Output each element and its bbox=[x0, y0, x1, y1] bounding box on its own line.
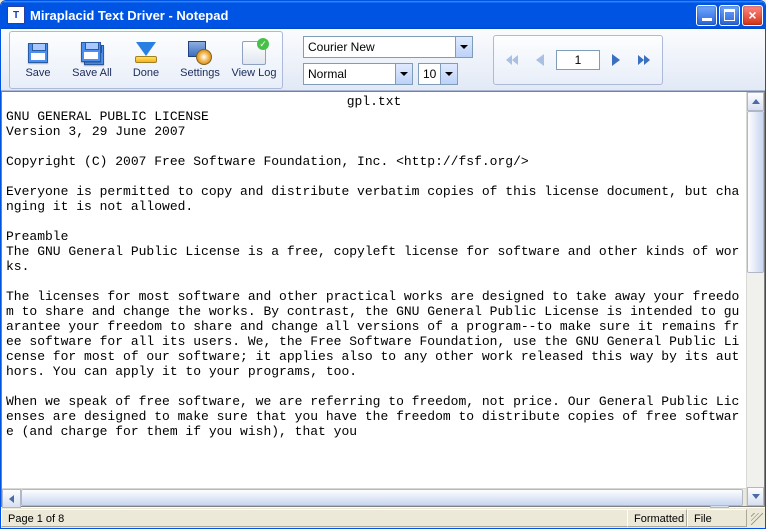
hscroll-track[interactable] bbox=[21, 489, 710, 506]
status-page: Page 1 of 8 bbox=[1, 509, 627, 527]
font-style-value: Normal bbox=[308, 67, 395, 81]
main-tool-group: Save Save All Done Settings View Log bbox=[9, 31, 283, 89]
save-all-icon bbox=[80, 41, 104, 65]
status-bar: Page 1 of 8 Formatted File bbox=[1, 507, 765, 528]
status-file: File bbox=[687, 509, 747, 527]
next-page-button[interactable] bbox=[604, 48, 628, 72]
view-log-icon bbox=[242, 41, 266, 65]
close-icon: × bbox=[748, 8, 756, 22]
document-viewport[interactable]: gpl.txtGNU GENERAL PUBLIC LICENSE Versio… bbox=[2, 92, 746, 488]
font-size-value: 10 bbox=[423, 67, 440, 81]
minimize-button[interactable] bbox=[696, 5, 717, 26]
app-icon: T bbox=[7, 6, 25, 24]
document-area: gpl.txtGNU GENERAL PUBLIC LICENSE Versio… bbox=[1, 91, 765, 507]
view-log-button[interactable]: View Log bbox=[228, 34, 280, 86]
horizontal-scrollbar[interactable] bbox=[2, 488, 746, 506]
last-page-icon bbox=[638, 55, 650, 65]
settings-button[interactable]: Settings bbox=[174, 34, 226, 86]
scroll-down-button[interactable] bbox=[747, 487, 764, 506]
view-log-label: View Log bbox=[231, 67, 276, 79]
prev-page-button[interactable] bbox=[528, 48, 552, 72]
chevron-down-icon bbox=[460, 45, 468, 49]
first-page-icon bbox=[506, 55, 518, 65]
done-icon bbox=[134, 41, 158, 65]
done-label: Done bbox=[133, 67, 159, 79]
font-controls: Courier New Normal 10 bbox=[303, 36, 473, 85]
done-button[interactable]: Done bbox=[120, 34, 172, 86]
prev-page-icon bbox=[536, 54, 544, 66]
hscroll-thumb[interactable] bbox=[21, 489, 743, 506]
page-nav-group bbox=[493, 35, 663, 85]
arrow-left-icon bbox=[9, 495, 14, 503]
next-page-icon bbox=[612, 54, 620, 66]
status-formatted: Formatted bbox=[627, 509, 687, 527]
arrow-up-icon bbox=[752, 99, 760, 104]
dropdown-button[interactable] bbox=[440, 64, 457, 84]
dropdown-button[interactable] bbox=[395, 64, 412, 84]
chevron-down-icon bbox=[400, 72, 408, 76]
window-title: Miraplacid Text Driver - Notepad bbox=[30, 8, 694, 23]
font-family-select[interactable]: Courier New bbox=[303, 36, 473, 58]
vscroll-thumb[interactable] bbox=[747, 111, 764, 273]
maximize-button[interactable] bbox=[719, 5, 740, 26]
vertical-scrollbar[interactable] bbox=[746, 92, 764, 506]
font-size-select[interactable]: 10 bbox=[418, 63, 458, 85]
last-page-button[interactable] bbox=[632, 48, 656, 72]
first-page-button[interactable] bbox=[500, 48, 524, 72]
page-number-input[interactable] bbox=[556, 50, 600, 70]
vscroll-track[interactable] bbox=[747, 111, 764, 487]
dropdown-button[interactable] bbox=[455, 37, 472, 57]
minimize-icon bbox=[702, 18, 712, 21]
close-button[interactable]: × bbox=[742, 5, 763, 26]
save-label: Save bbox=[25, 67, 50, 79]
save-all-label: Save All bbox=[72, 67, 112, 79]
application-window: T Miraplacid Text Driver - Notepad × Sav… bbox=[0, 0, 766, 529]
settings-label: Settings bbox=[180, 67, 220, 79]
save-icon bbox=[26, 41, 50, 65]
scroll-up-button[interactable] bbox=[747, 92, 764, 111]
resize-grip[interactable] bbox=[747, 509, 765, 527]
scroll-left-button[interactable] bbox=[2, 489, 21, 508]
document-body: GNU GENERAL PUBLIC LICENSE Version 3, 29… bbox=[6, 109, 739, 439]
title-bar[interactable]: T Miraplacid Text Driver - Notepad × bbox=[1, 1, 765, 29]
toolbar: Save Save All Done Settings View Log bbox=[1, 29, 765, 91]
font-family-value: Courier New bbox=[308, 40, 455, 54]
save-button[interactable]: Save bbox=[12, 34, 64, 86]
document-filename: gpl.txt bbox=[6, 94, 742, 109]
maximize-icon bbox=[724, 9, 735, 21]
document-text[interactable]: gpl.txtGNU GENERAL PUBLIC LICENSE Versio… bbox=[2, 92, 746, 488]
arrow-down-icon bbox=[752, 494, 760, 499]
save-all-button[interactable]: Save All bbox=[66, 34, 118, 86]
chevron-down-icon bbox=[445, 72, 453, 76]
font-style-select[interactable]: Normal bbox=[303, 63, 413, 85]
settings-icon bbox=[188, 41, 212, 65]
